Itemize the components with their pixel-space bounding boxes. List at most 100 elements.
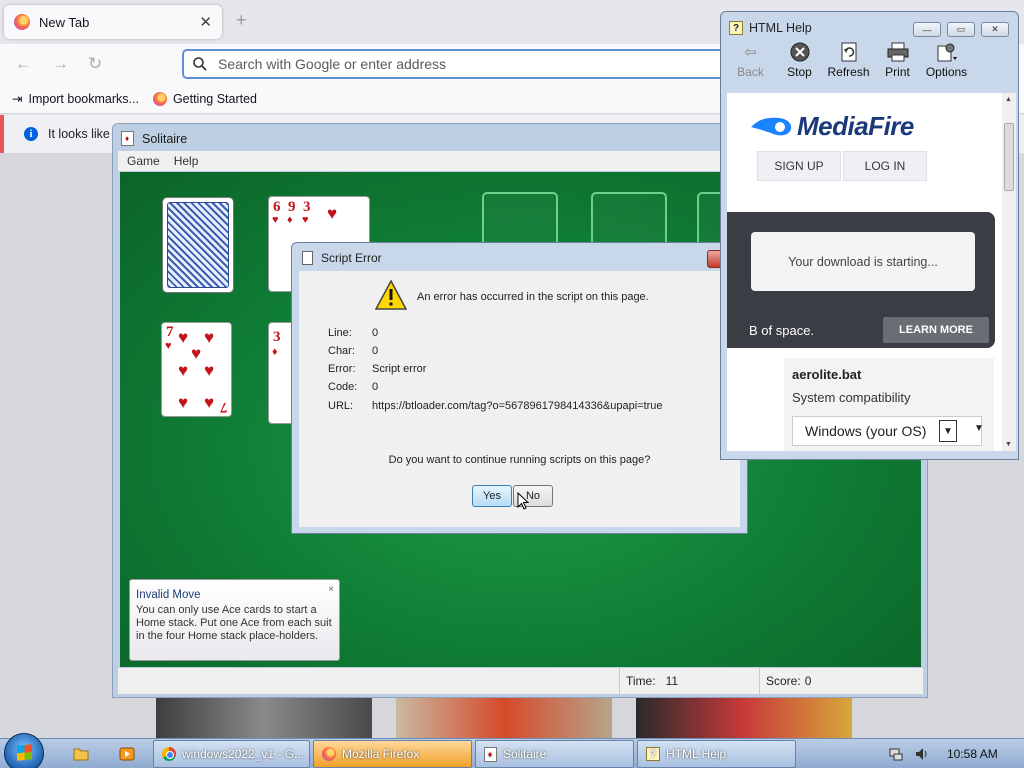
logo-text: MediaFire (797, 111, 914, 141)
dialog-body: An error has occurred in the script on t… (299, 271, 740, 527)
firefox-icon (152, 91, 167, 106)
mediafire-flame-icon (751, 117, 792, 135)
back-arrow-icon: ⇦ (744, 44, 757, 61)
system-tray (888, 746, 930, 762)
learn-more-button[interactable]: LEARN MORE (883, 317, 989, 343)
error-field-char: Char: 0 (328, 345, 378, 357)
field-key: Code: (328, 381, 358, 393)
sign-up-button[interactable]: SIGN UP (757, 151, 841, 181)
dropdown-arrow-icon[interactable]: ▼ (974, 423, 988, 434)
taskbar-item-label: windows2022_v1 - G... (182, 747, 305, 761)
os-select-value: Windows (your OS) (805, 423, 927, 439)
card-rank: 7 (219, 399, 228, 415)
card-pip: ♥ (204, 328, 215, 347)
field-value: Script error (372, 363, 427, 375)
maximize-button[interactable]: ▭ (947, 22, 975, 37)
time-display: Time: 11 (619, 668, 759, 694)
photo-thumbnail (156, 698, 372, 738)
taskbar-item-label: Mozilla Firefox (342, 747, 420, 761)
taskbar-item-label: HTML Help (666, 747, 727, 761)
refresh-icon (838, 42, 860, 62)
import-icon: ⇥ (12, 92, 23, 106)
clock[interactable]: 10:58 AM (947, 747, 998, 761)
scroll-down-icon[interactable]: ▼ (1005, 441, 1012, 448)
stop-button[interactable]: Stop (775, 42, 824, 92)
time-value: 11 (665, 674, 679, 688)
bookmark-import[interactable]: ⇥ Import bookmarks... (12, 91, 139, 107)
help-content-pane: MediaFire SIGN UP LOG IN Your download i… (727, 93, 1002, 451)
back-button[interactable]: ⇦ Back (726, 42, 775, 92)
taskbar: windows2022_v1 - G... Mozilla Firefox So… (0, 733, 1024, 768)
score-display: Score: 0 (759, 668, 919, 694)
new-tab-button[interactable]: + (236, 10, 247, 31)
tooltip-title: Invalid Move (136, 589, 201, 601)
os-select[interactable]: Windows (your OS) ▼ (792, 416, 982, 446)
menu-game[interactable]: Game (127, 154, 160, 168)
card-pip: ♥ (204, 361, 215, 380)
scroll-up-icon[interactable]: ▲ (1005, 96, 1012, 103)
dialog-title-text: Script Error (321, 251, 382, 265)
back-arrow-icon[interactable]: ← (15, 54, 32, 74)
help-icon: ? (646, 747, 660, 761)
notification-text: It looks like y (48, 127, 120, 141)
media-player-icon[interactable] (119, 746, 135, 762)
vertical-scrollbar[interactable]: ▲ ▼ (1002, 93, 1016, 451)
taskbar-item-chrome[interactable]: windows2022_v1 - G... (153, 740, 310, 768)
card-suit: ♦ (272, 346, 278, 358)
storage-text: B of space. (749, 323, 815, 338)
window-title: Solitaire (121, 131, 187, 146)
close-icon[interactable]: × (328, 583, 334, 596)
volume-icon[interactable] (914, 746, 930, 762)
firefox-icon (14, 14, 30, 30)
taskbar-item-firefox[interactable]: Mozilla Firefox (313, 740, 472, 768)
taskbar-item-label: Solitaire (503, 747, 547, 761)
field-value: 0 (372, 381, 379, 393)
card-suit: ♥ (165, 340, 172, 352)
field-value: 0 (372, 327, 379, 339)
tab-title: New Tab (39, 14, 90, 30)
address-bar[interactable] (182, 49, 742, 79)
menu-help[interactable]: Help (174, 154, 199, 168)
options-button[interactable]: Options (922, 42, 971, 92)
card-pip: ♥ (178, 393, 189, 412)
close-tab-icon[interactable]: ✕ (199, 13, 212, 31)
window-title: ? HTML Help (729, 21, 812, 35)
chevron-down-icon: ▼ (939, 420, 957, 442)
start-button[interactable] (4, 733, 44, 768)
stock-pile[interactable] (162, 197, 234, 293)
stop-icon (789, 42, 811, 62)
bookmark-label: Getting Started (172, 91, 258, 106)
network-icon[interactable] (888, 746, 904, 762)
tab-new-tab[interactable]: New Tab ✕ (4, 5, 222, 39)
error-field-url: URL: https://btloader.com/tag?o=56789617… (328, 400, 663, 412)
taskbar-item-html-help[interactable]: ? HTML Help (637, 740, 796, 768)
window-title-text: HTML Help (749, 21, 812, 35)
card-pip: ♥ (204, 393, 215, 412)
toolbar-label: Refresh (827, 65, 870, 79)
toolbar-label: Stop (787, 65, 812, 79)
card-suit: ♦ (287, 214, 293, 226)
field-key: Line: (328, 327, 352, 339)
tableau-card[interactable]: 7 ♥ ♥ ♥ ♥ ♥ ♥ ♥ ♥ 7 (161, 322, 232, 417)
card-pip: ♥ (327, 204, 338, 223)
bookmark-getting-started[interactable]: Getting Started (152, 91, 258, 106)
reload-icon[interactable]: ↻ (88, 54, 102, 74)
folder-icon[interactable] (73, 746, 89, 762)
search-icon (193, 57, 207, 71)
error-message: An error has occurred in the script on t… (417, 291, 649, 303)
print-button[interactable]: Print (873, 42, 922, 92)
firefox-icon (322, 747, 336, 761)
close-button[interactable]: ✕ (981, 22, 1009, 37)
refresh-button[interactable]: Refresh (824, 42, 873, 92)
scroll-thumb[interactable] (1004, 123, 1014, 191)
yes-button[interactable]: Yes (472, 485, 512, 507)
file-info: aerolite.bat System compatibility Window… (784, 358, 994, 451)
minimize-button[interactable]: — (913, 22, 941, 37)
taskbar-item-solitaire[interactable]: Solitaire (475, 740, 634, 768)
warning-icon (375, 280, 407, 310)
mediafire-logo[interactable]: MediaFire (749, 111, 914, 142)
log-in-button[interactable]: LOG IN (843, 151, 927, 181)
forward-arrow-icon[interactable]: → (52, 54, 69, 74)
search-input[interactable] (218, 56, 718, 72)
help-toolbar: ⇦ Back Stop Refresh Print Options (726, 42, 1013, 92)
